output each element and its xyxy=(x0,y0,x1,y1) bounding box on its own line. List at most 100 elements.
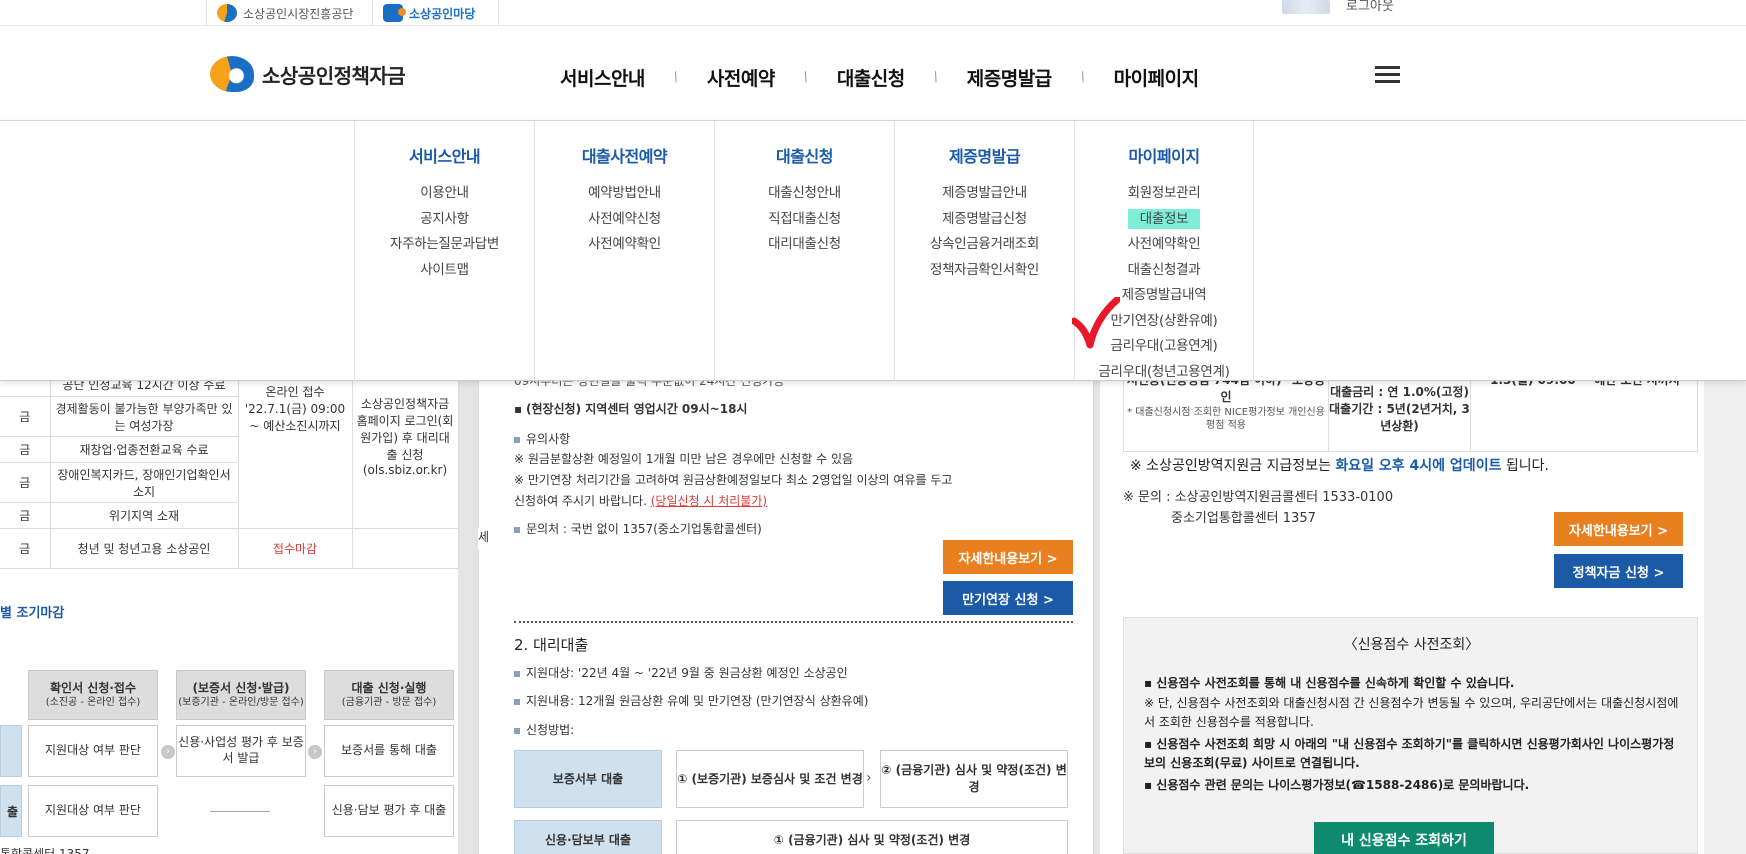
menu-item[interactable]: 사전예약신청 xyxy=(535,207,714,233)
logout-link[interactable]: 로그아웃 xyxy=(1346,0,1394,14)
divider xyxy=(514,621,1073,623)
target-text: 지원대상: '22년 4월 ~ '22년 9월 중 원금상환 예정인 소상공인 xyxy=(514,664,848,681)
policy-fund-apply-button[interactable]: 정책자금 신청 > xyxy=(1554,554,1683,588)
table-cell xyxy=(351,528,459,569)
menu-column-loan: 대출신청 대출신청안내 직접대출신청 대리대출신청 xyxy=(714,121,894,381)
table-cell: 경제활동이 불가능한 부양가족만 있는 여성가장 xyxy=(49,396,239,437)
table-cell: 대출금리 : 연 1.0%(고정) 대출기간 : 5년(2년거치, 3년상환) xyxy=(1329,370,1471,452)
menu-item[interactable]: 예약방법안내 xyxy=(535,181,714,207)
logo-icon xyxy=(210,56,254,92)
section-subtitle: 별 조기마감 xyxy=(0,606,65,621)
process-step: ① (금융기관) 심사 및 약정(조건) 변경 xyxy=(676,820,1068,854)
flow-step: 지원대상 여부 판단 xyxy=(28,725,158,777)
flow-row-label: 출 xyxy=(0,785,22,837)
menu-item[interactable]: 사이트맵 xyxy=(355,258,534,284)
menu-column-certificate: 제증명발급 제증명발급안내 제증명발급신청 상속인금융거래조회 정책자금확인서확… xyxy=(894,121,1074,381)
apply-method-cell: 소상공인정책자금 홈페이지 로그인(회원가입) 후 대리대출 신청 (ols.s… xyxy=(351,372,459,529)
madang-logo-icon xyxy=(383,4,406,22)
menu-column-title[interactable]: 제증명발급 xyxy=(895,143,1074,167)
table-cell: 금 xyxy=(0,396,51,437)
table-cell: 금 xyxy=(0,528,51,569)
nav-certificate[interactable]: 제증명발급 xyxy=(967,64,1052,91)
contact-text: 문의처 : 국번 없이 1357(중소기업통합콜센터) xyxy=(514,520,762,537)
menu-item[interactable]: 대출신청결과 xyxy=(1075,258,1253,284)
content-text: 지원내용: 12개월 원금상환 유예 및 만기연장 (만기연장식 상환유예) xyxy=(514,692,868,709)
contact-line: ※ 문의 : 소상공인방역지원금콜센터 1533-0100 xyxy=(1123,490,1394,505)
menu-column-title[interactable]: 서비스안내 xyxy=(355,143,534,167)
site-link-madang[interactable]: 소상공인마당 xyxy=(372,0,499,26)
nav-separator: / xyxy=(1078,69,1088,86)
table-cell: 금 xyxy=(0,436,51,463)
flow-step-header: (보증서 신청·발급) (보증기관 - 온라인/방문 접수) xyxy=(176,670,306,720)
menu-item[interactable]: 자주하는질문과답변 xyxy=(355,232,534,258)
menu-item[interactable]: 직접대출신청 xyxy=(715,207,894,233)
menu-column-title[interactable]: 대출신청 xyxy=(715,143,894,167)
flow-row-label xyxy=(0,725,22,777)
user-name-blurred xyxy=(1282,0,1330,14)
checkmark-annotation-icon xyxy=(1072,297,1120,349)
section-title: 2. 대리대출 xyxy=(514,636,589,654)
arrow-right-icon: › xyxy=(308,745,322,759)
flow-step-header: 대출 신청·실행 (금융기관 - 방문 접수) xyxy=(324,670,454,720)
credit-text: ※ 단, 신용점수 사전조회와 대출신청시점 간 신용점수가 변동될 수 있으며… xyxy=(1144,696,1679,730)
menu-column-title[interactable]: 대출사전예약 xyxy=(535,143,714,167)
menu-item[interactable]: 공지사항 xyxy=(355,207,534,233)
caution-line: ※ 만기연장 처리기간을 고려하여 원금상환예정일보다 최소 2영업일 이상의 … xyxy=(514,473,953,487)
loan-type-label: 신용·담보부 대출 xyxy=(514,820,662,854)
page: 공단 인정교육 12시간 이상 수료 온라인 접수 '22.7.1(금) 09:… xyxy=(0,0,1746,854)
credit-check-box: 〈신용점수 사전조회〉 ▪ 신용점수 사전조회를 통해 내 신용점수를 신속하게… xyxy=(1123,617,1698,854)
arrow-right-icon: › xyxy=(161,745,175,759)
flow-connector xyxy=(210,811,270,812)
caution-line: ※ 원금분할상환 예정일이 1개월 미만 남은 경우에만 신청할 수 있음 xyxy=(514,452,854,466)
flow-step-header: 확인서 신청·접수 (소진공 - 온라인 접수) xyxy=(28,670,158,720)
menu-item[interactable]: 상속인금융거래조회 xyxy=(895,232,1074,258)
menu-item[interactable]: 회원정보관리 xyxy=(1075,181,1253,207)
credit-text: ▪ 신용점수 관련 문의는 나이스평가정보(☎1588-2486)로 문의바랍니… xyxy=(1144,778,1530,792)
extend-apply-button[interactable]: 만기연장 신청 > xyxy=(943,581,1073,615)
eligibility-table: 공단 인정교육 12시간 이상 수료 온라인 접수 '22.7.1(금) 09:… xyxy=(0,372,459,569)
nav-separator: / xyxy=(801,69,811,86)
menu-item[interactable]: 대출신청안내 xyxy=(715,181,894,207)
nav-mypage[interactable]: 마이페이지 xyxy=(1114,64,1199,91)
logo-text: 소상공인정책자금 xyxy=(262,63,406,88)
main-nav: 서비스안내 / 사전예약 / 대출신청 / 제증명발급 / 마이페이지 xyxy=(560,64,1199,91)
hamburger-menu-icon[interactable] xyxy=(1375,66,1400,84)
flow-step: 보증서를 통해 대출 xyxy=(324,725,454,777)
menu-item[interactable]: 제증명발급신청 xyxy=(895,207,1074,233)
menu-item[interactable]: 사전예약확인 xyxy=(1075,232,1253,258)
credit-text: ▪ 신용점수 사전조회 희망 시 아래의 "내 신용점수 조회하기"를 클릭하시… xyxy=(1144,737,1675,771)
side-tab[interactable]: 세 xyxy=(478,528,496,550)
menu-column-service: 서비스안내 이용안내 공지사항 자주하는질문과답변 사이트맵 xyxy=(354,121,534,381)
menu-item[interactable]: 사전예약확인 xyxy=(535,232,714,258)
nav-separator: / xyxy=(931,69,941,86)
menu-column-title[interactable]: 마이페이지 xyxy=(1075,143,1253,167)
detail-button[interactable]: 자세한내용보기 > xyxy=(943,540,1073,574)
menu-item[interactable]: 대리대출신청 xyxy=(715,232,894,258)
process-step: ② (금융기관) 심사 및 약정(조건) 변경 xyxy=(880,750,1068,808)
credit-title: 〈신용점수 사전조회〉 xyxy=(1343,637,1480,653)
site-header: 소상공인정책자금 서비스안내 / 사전예약 / 대출신청 / 제증명발급 / 마… xyxy=(0,26,1746,121)
site-link-semas[interactable]: 소상공인시장진흥공단 xyxy=(206,0,372,26)
nav-reservation[interactable]: 사전예약 xyxy=(707,64,775,91)
nav-service[interactable]: 서비스안내 xyxy=(560,64,645,91)
table-cell: 장애인복지카드, 장애인기업확인서 소지 xyxy=(49,462,239,503)
menu-item[interactable]: 제증명발급안내 xyxy=(895,181,1074,207)
panel-gap xyxy=(458,370,478,854)
credit-score-check-button[interactable]: 내 신용점수 조회하기 xyxy=(1314,822,1494,854)
detail-button[interactable]: 자세한내용보기 > xyxy=(1554,512,1683,546)
onsite-text: ▪ (현장신청) 지역센터 영업시간 09시~18시 xyxy=(514,402,748,416)
closed-status: 접수마감 xyxy=(237,528,353,569)
site-logo[interactable]: 소상공인정책자금 xyxy=(210,56,406,92)
menu-item[interactable]: 금리우대(청년고용연계) xyxy=(1075,360,1253,386)
table-cell: 금 xyxy=(0,502,51,529)
nav-loan[interactable]: 대출신청 xyxy=(837,64,905,91)
menu-item[interactable]: 정책자금확인서확인 xyxy=(895,258,1074,284)
menu-item[interactable]: 이용안내 xyxy=(355,181,534,207)
notice-text: ※ 소상공인방역지원금 지급정보는 화요일 오후 4시에 업데이트 됩니다. xyxy=(1130,458,1549,474)
process-step: ① (보증기관) 보증심사 및 조건 변경 xyxy=(676,750,864,808)
table-cell: 청년 및 청년고용 소상공인 xyxy=(49,528,239,569)
callcenter-text: 통합콜센터 1357 xyxy=(0,847,90,854)
semas-logo-icon xyxy=(217,4,237,22)
menu-item-loan-info[interactable]: 대출정보 xyxy=(1075,207,1253,233)
utility-bar: 소상공인시장진흥공단 소상공인마당 로그아웃 xyxy=(0,0,1746,26)
